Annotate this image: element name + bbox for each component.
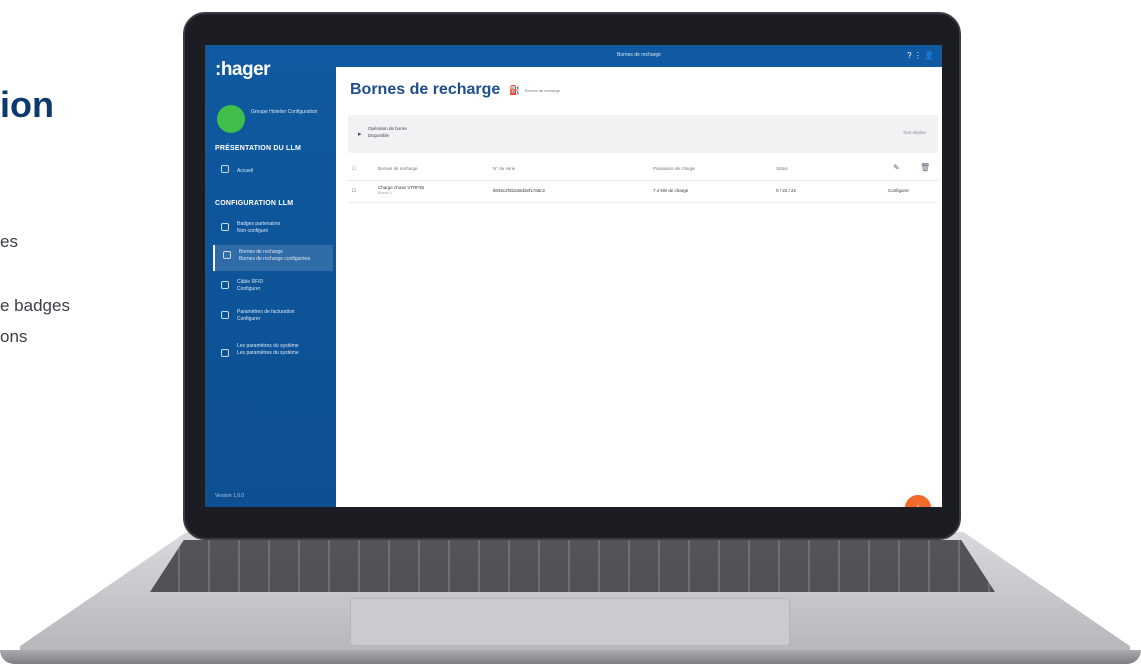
charger-icon bbox=[223, 251, 231, 259]
shield-icon bbox=[221, 281, 229, 289]
sidebar: :hager Groupe Hotelier Configuration PRÉ… bbox=[205, 45, 336, 507]
sidebar-item-accueil[interactable]: Accueil bbox=[213, 159, 333, 185]
version-label: Version 1.0.0 bbox=[215, 493, 245, 499]
marketing-line: e badges bbox=[0, 296, 70, 315]
sidebar-item-label: Paramètres de facturation bbox=[237, 309, 295, 315]
operation-panel[interactable]: ▸ Opération de borne Disponible Tout dépl… bbox=[348, 115, 938, 153]
laptop-lip bbox=[0, 650, 1141, 664]
laptop-trackpad bbox=[350, 598, 790, 646]
user-icon bbox=[221, 349, 229, 357]
sidebar-item-label: Badges partenaires bbox=[237, 221, 281, 227]
sidebar-item-sub: Bornes de recharge configurées bbox=[239, 256, 311, 262]
marketing-line: ons bbox=[0, 327, 28, 346]
main-content: Bornes de recharge ⛽ Bornes de recharge … bbox=[336, 67, 942, 507]
configure-link[interactable]: Configurer bbox=[888, 188, 909, 193]
sidebar-item-facturation[interactable]: Paramètres de facturation Configurer bbox=[213, 305, 333, 331]
row-name-sub: Borne 1 bbox=[378, 190, 393, 195]
topbar: Bornes de recharge ? ⋮ 👤 bbox=[336, 45, 942, 67]
user-icon bbox=[221, 311, 229, 319]
page-title: Bornes de recharge bbox=[350, 81, 501, 98]
marketing-title: ion bbox=[0, 84, 54, 125]
panel-label: Opération de borne bbox=[368, 126, 407, 131]
table-row[interactable]: ☐ Charge chose VTRF35 Borne 1 8046c2f4b2a… bbox=[348, 181, 938, 203]
edit-icon[interactable]: ✎ bbox=[893, 163, 900, 172]
charger-icon: ⛽ bbox=[509, 85, 521, 95]
sidebar-item-bornes[interactable]: Bornes de recharge Bornes de recharge con… bbox=[213, 245, 333, 271]
avatar[interactable] bbox=[217, 105, 245, 133]
panel-sub: Disponible bbox=[368, 133, 390, 138]
row-serial: 8046c2f4b2a9d3ef17a6c2 bbox=[493, 188, 546, 193]
marketing-line: es bbox=[0, 232, 18, 251]
page-subtitle: Bornes de recharge bbox=[525, 88, 561, 93]
hager-logo[interactable]: :hager bbox=[215, 59, 271, 81]
sidebar-item-label: Les paramètres du système bbox=[237, 343, 299, 349]
laptop-keyboard bbox=[150, 540, 995, 592]
sidebar-item-sub: Configurer bbox=[237, 286, 261, 292]
column-header[interactable]: Statut bbox=[776, 166, 788, 171]
chevron-right-icon[interactable]: ▸ bbox=[358, 130, 362, 138]
sidebar-item-sub: Configurer bbox=[237, 316, 261, 322]
section-title-configuration: CONFIGURATION LLM bbox=[215, 200, 294, 207]
home-icon bbox=[221, 165, 229, 173]
sidebar-item-rfid[interactable]: Câble RFID Configurer bbox=[213, 275, 333, 301]
account-icon[interactable]: ? ⋮ 👤 bbox=[907, 51, 934, 60]
column-header[interactable]: Bornes de recharge bbox=[378, 166, 418, 171]
sidebar-item-badges[interactable]: Badges partenaires Non configuré bbox=[213, 217, 333, 243]
add-button[interactable]: + bbox=[905, 495, 931, 507]
sidebar-item-label: Bornes de recharge bbox=[239, 249, 283, 255]
sidebar-item-sub: Les paramètres du système bbox=[237, 350, 299, 356]
section-title-presentation: PRÉSENTATION DU LLM bbox=[215, 145, 301, 152]
page: ion es e badges ons :hager Groupe Hoteli… bbox=[0, 0, 1141, 668]
laptop-screen: :hager Groupe Hotelier Configuration PRÉ… bbox=[205, 45, 942, 507]
user-name: Groupe Hotelier Configuration bbox=[251, 109, 318, 115]
topbar-title: Bornes de recharge bbox=[617, 52, 661, 58]
sidebar-item-sub: Non configuré bbox=[237, 228, 269, 234]
expand-all-button[interactable]: Tout déplier bbox=[903, 130, 926, 135]
sidebar-item-label: Accueil bbox=[237, 168, 254, 174]
row-power: 7.4 kW de charge bbox=[653, 188, 689, 193]
select-all-checkbox[interactable]: ☐ bbox=[352, 166, 356, 172]
delete-icon[interactable]: 🗑 bbox=[920, 163, 930, 172]
column-header[interactable]: N° de série bbox=[493, 166, 515, 171]
sidebar-item-label: Câble RFID bbox=[237, 279, 264, 285]
row-checkbox[interactable]: ☐ bbox=[352, 188, 356, 194]
column-header[interactable]: Puissance de charge bbox=[653, 166, 695, 171]
table-header: ☐ Bornes de recharge N° de série Puissan… bbox=[348, 159, 938, 181]
user-icon bbox=[221, 223, 229, 231]
sidebar-item-systeme[interactable]: Les paramètres du système Les paramètres … bbox=[213, 339, 333, 373]
row-status: 0 / 22 / 22 bbox=[776, 188, 797, 193]
